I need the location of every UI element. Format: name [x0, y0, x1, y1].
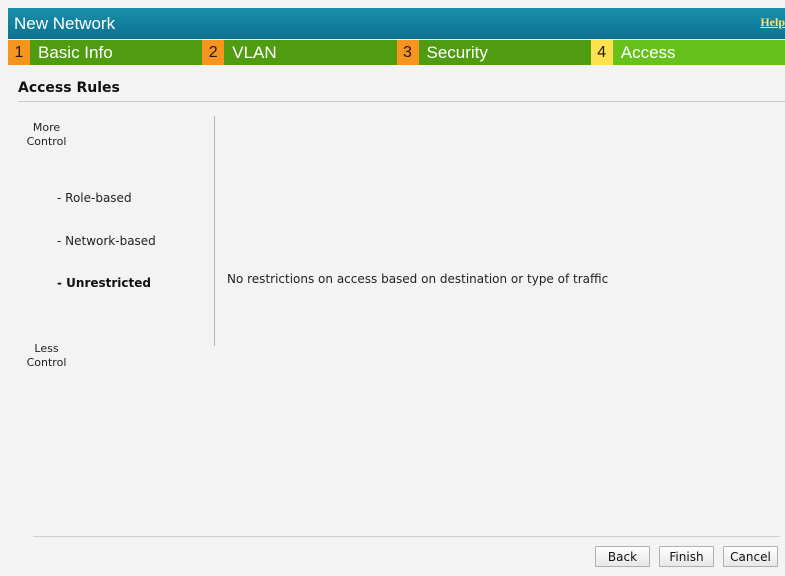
section-title: Access Rules [18, 80, 120, 96]
option-role-based[interactable]: - Role-based [57, 191, 132, 205]
less-control-line-1: Less [34, 342, 59, 355]
step-security[interactable]: 3 Security [396, 40, 591, 65]
option-description: No restrictions on access based on desti… [227, 272, 609, 286]
step-number: 1 [8, 40, 30, 65]
wizard-title: New Network [14, 14, 116, 33]
step-number: 3 [396, 40, 419, 65]
step-vlan[interactable]: 2 VLAN [202, 40, 397, 65]
back-button[interactable]: Back [595, 546, 650, 567]
footer-divider [33, 536, 780, 537]
step-label: Security [418, 40, 591, 65]
more-control-label: More Control [24, 121, 69, 149]
wizard-titlebar: New Network Help [8, 8, 785, 39]
step-label: Access [612, 40, 785, 65]
less-control-label: Less Control [24, 342, 69, 370]
step-number: 2 [202, 40, 225, 65]
option-unrestricted[interactable]: - Unrestricted [57, 276, 151, 290]
help-link[interactable]: Help [760, 15, 785, 30]
step-number: 4 [590, 40, 613, 65]
wizard-steps: 1 Basic Info 2 VLAN 3 Security 4 Access [8, 40, 785, 65]
less-control-line-2: Control [26, 356, 67, 369]
step-label: VLAN [224, 40, 397, 65]
step-access[interactable]: 4 Access [590, 40, 785, 65]
step-label: Basic Info [30, 40, 203, 65]
more-control-line-1: More [32, 121, 61, 134]
finish-button[interactable]: Finish [659, 546, 714, 567]
section-divider [18, 101, 785, 102]
more-control-line-2: Control [26, 135, 67, 148]
step-basic-info[interactable]: 1 Basic Info [8, 40, 203, 65]
option-network-based[interactable]: - Network-based [57, 234, 156, 248]
cancel-button[interactable]: Cancel [723, 546, 778, 567]
slider-track[interactable] [214, 116, 215, 346]
